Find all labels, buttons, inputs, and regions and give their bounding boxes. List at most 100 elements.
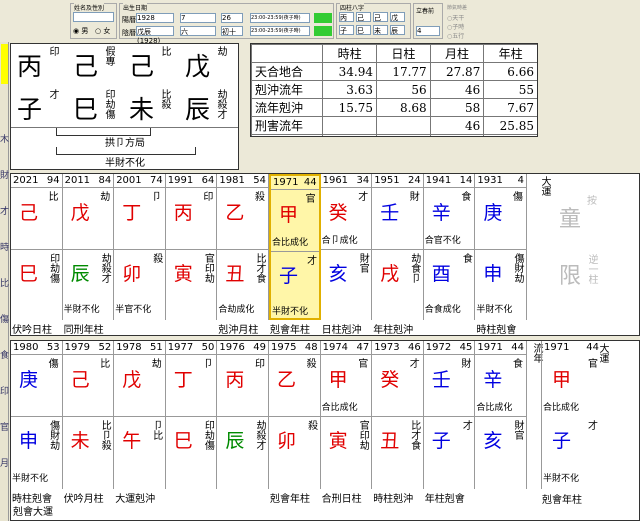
natal-stem: 己: [73, 52, 99, 81]
pillar-column[interactable]: 1971 44 甲官合比成化子才半財不化: [269, 174, 321, 320]
strip-label: 木: [0, 135, 10, 145]
pillar-age: 44: [511, 342, 524, 353]
pillar-year: 1976: [219, 342, 245, 353]
pillar-stem-note: 食: [461, 192, 472, 203]
natal-branch: 巳: [73, 95, 99, 124]
pillar-stem: 壬: [380, 202, 400, 224]
male-radio[interactable]: ◉ 男: [73, 26, 88, 36]
option-3[interactable]: ○五行: [447, 31, 464, 40]
divider: [423, 354, 475, 355]
natal-branch-note: 比殺: [159, 89, 170, 109]
pillar-column[interactable]: 2021 94 己比巳印劫傷: [11, 174, 63, 320]
pillar-branch: 子: [279, 265, 299, 287]
pillar-branch: 卯: [122, 263, 142, 285]
divider: [271, 189, 319, 190]
pillar-select[interactable]: 巳: [356, 25, 371, 35]
natal-branch-note: 才: [47, 89, 58, 99]
pillar-stem: 庚: [19, 369, 39, 391]
pillar-year: 1941: [425, 175, 452, 186]
pillar-year: 1981: [219, 175, 245, 186]
pillar-column[interactable]: 2011 84 戊劫辰劫殺才 半財不化: [62, 174, 115, 320]
pillar-select[interactable]: 辰: [390, 25, 405, 35]
pillar-select[interactable]: 子: [339, 25, 354, 35]
pillar-column[interactable]: 1951 24 壬財戌劫食卩: [372, 174, 424, 320]
lunar-hour-select[interactable]: 23:00-23:59(夜子時): [250, 26, 310, 36]
pillar-column[interactable]: 1991 64 丙印寅官印劫: [165, 174, 218, 320]
female-radio[interactable]: ○ 女: [95, 26, 110, 36]
pillar-column[interactable]: 1977 50 丁卩巳印劫傷: [165, 341, 218, 489]
group-title: 出生日期: [123, 3, 148, 12]
pillar-column[interactable]: 1972 45 壬財子才: [423, 341, 476, 489]
solar-year-select[interactable]: 1928: [136, 13, 174, 23]
pillar-footer: 日柱剋沖: [321, 325, 362, 336]
pillar-bottom-note: 半財不化: [63, 305, 100, 315]
pillar-column[interactable]: 1931 4 庚傷申傷財劫 半財不化: [475, 174, 527, 320]
option-2[interactable]: ○子時: [447, 22, 464, 31]
pillar-column[interactable]: 1941 14 辛食合官不化酉食合食成化: [423, 174, 476, 320]
pillar-branch-note: 劫殺才: [99, 253, 111, 283]
pillar-column[interactable]: 1976 49 丙印辰劫殺才: [217, 341, 269, 489]
pillar-stem-note: 食: [512, 359, 523, 370]
luck-side: 童 按 限 逆一柱: [551, 176, 601, 324]
divider: [165, 187, 217, 188]
month-select[interactable]: 7: [180, 13, 216, 23]
strip-marker: [1, 44, 8, 84]
annual-panel: 1980 53 庚傷申傷財劫 半財不化 時柱剋會 1979 52 己比未比卩殺 伏吟月柱 1978…: [10, 340, 640, 521]
reverse-note: 逆一柱: [586, 254, 597, 284]
pillar-select[interactable]: 丙: [339, 12, 354, 22]
pillar-branch-note: 食: [460, 253, 472, 263]
pillar-column[interactable]: 1980 53 庚傷申傷財劫 半財不化: [11, 341, 63, 489]
pillar-mid-note: 合比成化: [476, 403, 513, 413]
name-group: 姓名及性別 ◉ 男 ○ 女: [70, 3, 117, 39]
lunar-month-select[interactable]: 六: [180, 26, 216, 36]
pillar-stem-note: 才: [358, 192, 369, 203]
pillar-footer: 時柱剋會: [476, 325, 517, 336]
pillar-bottom-note: 半財不化: [272, 307, 309, 317]
pillar-year: 1975: [271, 342, 297, 353]
solar-indicator: [314, 13, 332, 23]
pillar-column[interactable]: 1973 46 癸才丑比才食: [372, 341, 424, 489]
stats-cell: 58: [429, 98, 485, 117]
pillar-age: 14: [459, 175, 473, 186]
pillar-column[interactable]: 1979 52 己比未比卩殺: [62, 341, 115, 489]
stats-row-label: 天合地合: [251, 62, 324, 81]
stats-cell: 56: [376, 80, 431, 99]
hour-select[interactable]: 23:00-23:59(夜子時): [250, 13, 310, 23]
stats-cell: 6.66: [483, 62, 537, 81]
pillar-branch-note: 比卩殺: [99, 420, 111, 450]
pillar-column[interactable]: 1978 51 戊劫午卩比: [114, 341, 166, 489]
pillar-footer: 合刑日柱: [321, 494, 362, 505]
pillar-select[interactable]: 己: [373, 12, 388, 22]
lunar-year-select[interactable]: 戊辰(1928): [136, 26, 174, 45]
pillar-stem-note: 比: [48, 192, 59, 203]
natal-branch-note: 劫殺才: [215, 89, 226, 119]
divider: [114, 249, 165, 250]
pillar-column[interactable]: 2001 74 丁卩卯殺半官不化: [114, 174, 166, 320]
natal-branch: 未: [129, 95, 155, 124]
pillar-column[interactable]: 1961 34 癸才合卩成化亥財官: [320, 174, 373, 320]
natal-branch-note: 印劫傷: [103, 89, 114, 119]
pillar-year: 1974: [322, 342, 349, 353]
extra-footer: 剋會大運: [13, 507, 53, 518]
pillar-age: 48: [304, 342, 318, 353]
pillar-select[interactable]: 己: [356, 12, 371, 22]
pillar-mid-note: 合官不化: [424, 236, 461, 246]
pillar-column[interactable]: 1971 44 辛食合比成化亥財官: [475, 341, 527, 489]
pillar-column[interactable]: 1981 54 乙殺丑比才食 合劫成化: [217, 174, 269, 320]
pillar-bottom-note: 半官不化: [115, 305, 152, 315]
label: 子時: [452, 24, 465, 31]
pillar-age: 84: [98, 175, 112, 186]
pillar-stem: 戊: [122, 369, 142, 391]
tail-column[interactable]: 1971 44 甲 官合比成化子 才半財不化: [541, 341, 601, 489]
pillar-year: 1991: [167, 175, 194, 186]
name-input[interactable]: [73, 12, 114, 22]
pillar-select[interactable]: 未: [373, 25, 388, 35]
lunar-day-select[interactable]: 初十: [221, 26, 243, 36]
pillar-column[interactable]: 1975 48 乙殺卯殺: [269, 341, 321, 489]
lichun-spinner[interactable]: 4: [416, 26, 440, 36]
day-select[interactable]: 26: [221, 13, 243, 23]
pillar-year: 1971: [477, 342, 503, 353]
pillar-select[interactable]: 戊: [390, 12, 405, 22]
pillar-column[interactable]: 1974 47 甲官合比成化寅官印劫: [320, 341, 373, 489]
option-1[interactable]: ○天干: [447, 13, 464, 22]
